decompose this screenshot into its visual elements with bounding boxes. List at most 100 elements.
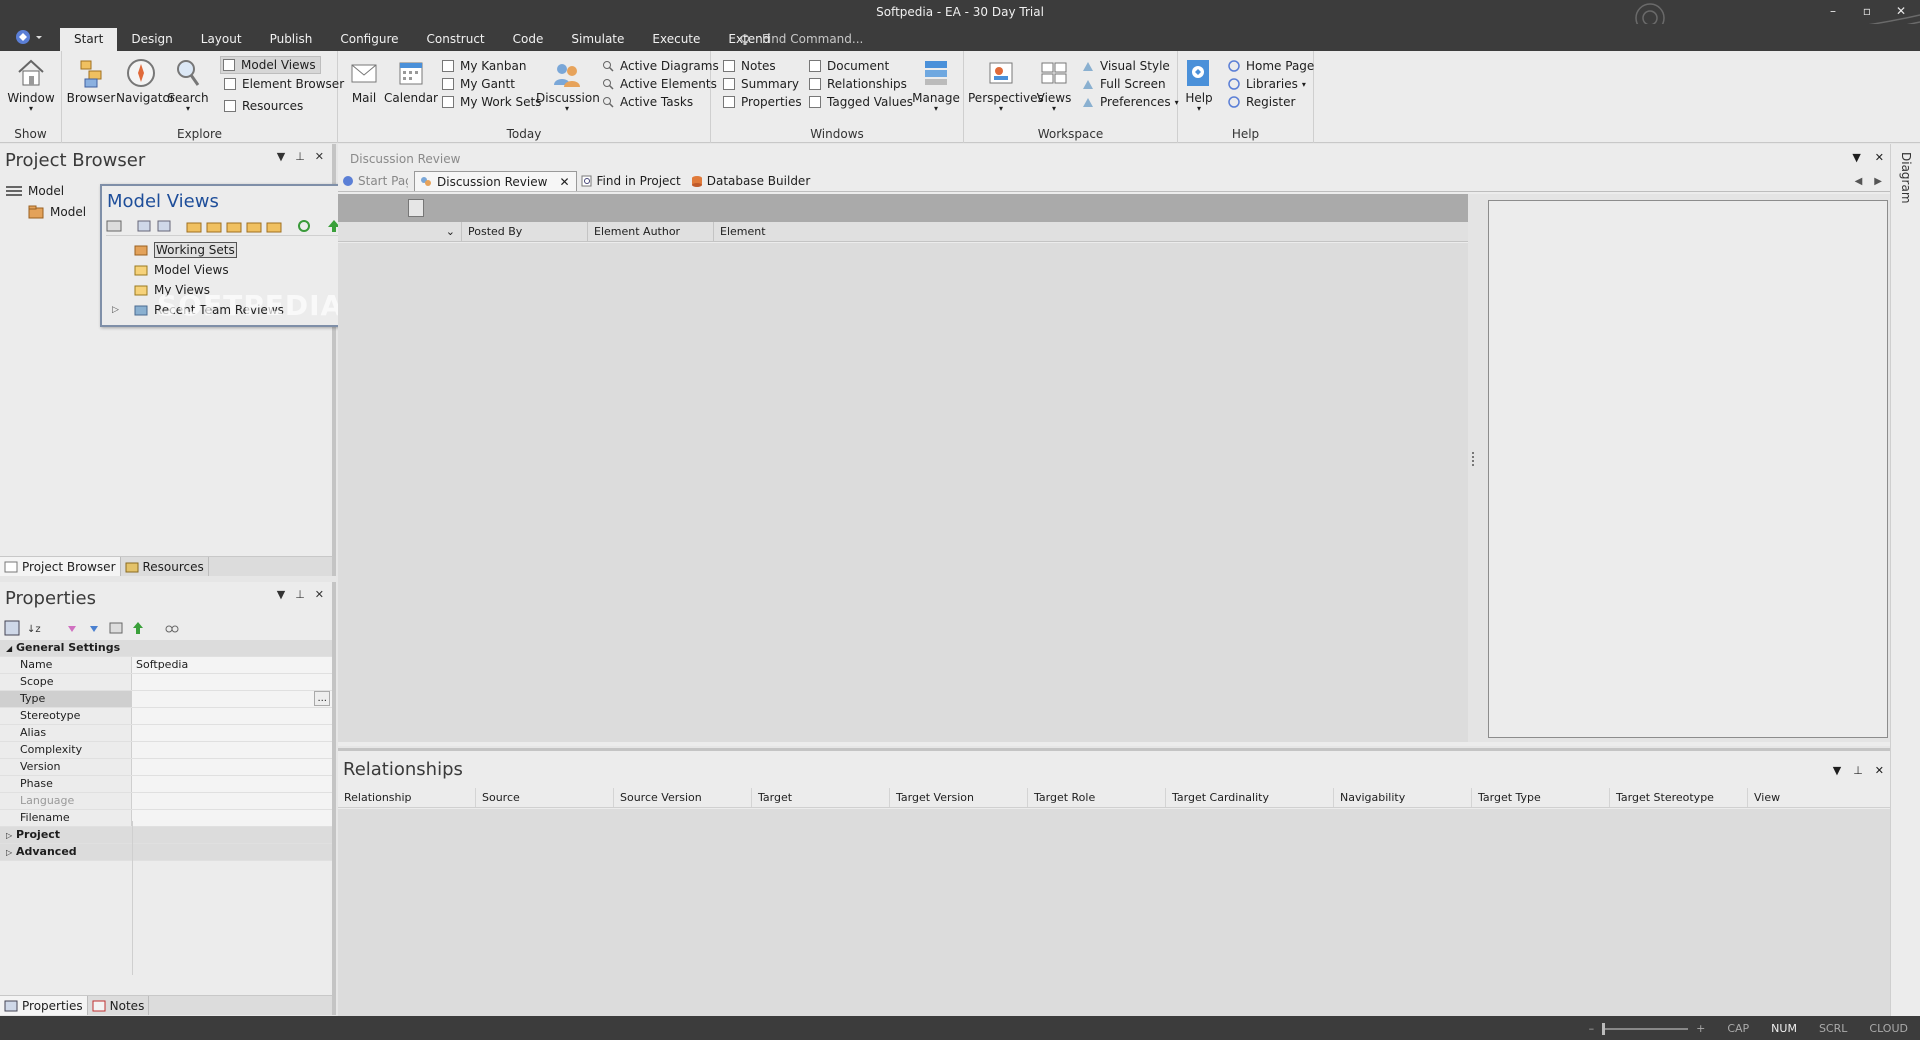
- filter-box[interactable]: [408, 199, 424, 217]
- property-value[interactable]: [132, 708, 332, 724]
- arrow-up-icon[interactable]: [130, 620, 146, 636]
- column-navigability[interactable]: Navigability: [1334, 788, 1472, 807]
- discussion-button[interactable]: Discussion ▾: [536, 55, 600, 113]
- minimize-button[interactable]: –: [1822, 2, 1844, 20]
- new-search-icon[interactable]: [246, 219, 262, 233]
- tab-construct[interactable]: Construct: [413, 28, 499, 51]
- new-view-icon[interactable]: [206, 219, 222, 233]
- ellipsis-button[interactable]: ...: [314, 691, 330, 706]
- tab-simulate[interactable]: Simulate: [557, 28, 638, 51]
- zoom-out-button[interactable]: –: [1589, 1022, 1595, 1035]
- property-value[interactable]: Softpedia: [132, 657, 332, 673]
- full-screen-button[interactable]: Full Screen: [1082, 75, 1166, 93]
- tree-item-model-root[interactable]: Model: [6, 180, 86, 201]
- property-row-version[interactable]: Version: [0, 759, 332, 776]
- summary-button[interactable]: Summary: [723, 75, 799, 93]
- refresh-icon[interactable]: [296, 219, 312, 233]
- tagged-values-button[interactable]: Tagged Values: [809, 93, 913, 111]
- tab-execute[interactable]: Execute: [638, 28, 714, 51]
- visual-style-button[interactable]: Visual Style: [1082, 57, 1170, 75]
- column-source-version[interactable]: Source Version: [614, 788, 752, 807]
- section-general-settings[interactable]: ◢ General Settings: [0, 640, 332, 657]
- column-target[interactable]: Target: [752, 788, 890, 807]
- calendar-button[interactable]: Calendar: [384, 55, 438, 105]
- maximize-button[interactable]: ▫: [1856, 2, 1878, 20]
- perspectives-button[interactable]: Perspectives ▾: [968, 55, 1044, 113]
- column-target-cardinality[interactable]: Target Cardinality: [1166, 788, 1334, 807]
- my-gantt-button[interactable]: My Gantt: [442, 75, 515, 93]
- property-row-type[interactable]: Type...: [0, 691, 332, 708]
- close-icon[interactable]: ✕: [1875, 151, 1884, 164]
- pin-icon[interactable]: ⊥: [295, 588, 305, 601]
- zoom-slider-thumb[interactable]: [1602, 1022, 1606, 1035]
- navigator-button[interactable]: Navigator: [116, 55, 175, 105]
- property-row-alias[interactable]: Alias: [0, 725, 332, 742]
- element-browser-button[interactable]: Element Browser: [224, 75, 344, 93]
- scroll-right-icon[interactable]: ▶: [1874, 176, 1882, 187]
- browser-button[interactable]: Browser: [66, 55, 116, 105]
- column-element-author[interactable]: Element Author: [588, 222, 714, 241]
- tree-item-model-package[interactable]: Model: [6, 201, 86, 222]
- property-value[interactable]: [132, 725, 332, 741]
- close-icon[interactable]: ✕: [1875, 764, 1884, 777]
- glasses-icon[interactable]: [164, 620, 180, 636]
- home-page-button[interactable]: Home Page: [1228, 57, 1314, 75]
- property-row-name[interactable]: Name Softpedia: [0, 657, 332, 674]
- collapse-arrow-icon[interactable]: ◢: [6, 644, 12, 653]
- active-tasks-button[interactable]: Active Tasks: [602, 93, 693, 111]
- close-button[interactable]: ✕: [1890, 2, 1912, 20]
- tab-layout[interactable]: Layout: [187, 28, 256, 51]
- tab-publish[interactable]: Publish: [256, 28, 327, 51]
- column-target-role[interactable]: Target Role: [1028, 788, 1166, 807]
- my-work-sets-button[interactable]: My Work Sets: [442, 93, 541, 111]
- relationships-button[interactable]: Relationships: [809, 75, 907, 93]
- filter-blue-icon[interactable]: [86, 620, 102, 636]
- pane-splitter[interactable]: [1468, 194, 1478, 742]
- document-button[interactable]: Document: [809, 57, 889, 75]
- notes-button[interactable]: Notes: [723, 57, 776, 75]
- expand-arrow-icon[interactable]: ▷: [112, 305, 128, 315]
- pin-icon[interactable]: ⊥: [1853, 764, 1863, 777]
- pin-icon[interactable]: ⊥: [295, 150, 305, 163]
- active-diagrams-button[interactable]: Active Diagrams: [602, 57, 719, 75]
- sort-az-icon[interactable]: ↓z: [26, 620, 42, 636]
- help-button[interactable]: Help ▾: [1182, 55, 1216, 113]
- tab-resources[interactable]: Resources: [121, 557, 209, 576]
- new-slideshow-icon[interactable]: [226, 219, 242, 233]
- close-icon[interactable]: ✕: [315, 588, 324, 601]
- tab-project-browser[interactable]: Project Browser: [0, 557, 121, 576]
- libraries-button[interactable]: Libraries ▾: [1228, 75, 1306, 93]
- tab-notes[interactable]: Notes: [88, 996, 150, 1015]
- app-menu-button[interactable]: [14, 28, 46, 48]
- property-row-phase[interactable]: Phase: [0, 776, 332, 793]
- sort-dropdown-icon[interactable]: ⌄: [338, 222, 462, 241]
- filter-pink-icon[interactable]: [64, 620, 80, 636]
- zoom-control[interactable]: – +: [1589, 1022, 1706, 1035]
- property-row-complexity[interactable]: Complexity: [0, 742, 332, 759]
- column-target-type[interactable]: Target Type: [1472, 788, 1610, 807]
- tab-database-builder[interactable]: Database Builder: [687, 171, 817, 191]
- tab-code[interactable]: Code: [499, 28, 558, 51]
- column-view[interactable]: View: [1748, 788, 1890, 807]
- diagram-canvas[interactable]: [1488, 200, 1888, 738]
- close-icon[interactable]: ✕: [315, 150, 324, 163]
- zoom-in-button[interactable]: +: [1696, 1022, 1705, 1035]
- column-posted-by[interactable]: Posted By: [462, 222, 588, 241]
- column-relationship[interactable]: Relationship: [338, 788, 476, 807]
- tab-find-in-project[interactable]: Find in Project: [577, 171, 687, 191]
- find-command[interactable]: Find Command...: [740, 32, 863, 46]
- property-value[interactable]: [132, 742, 332, 758]
- scroll-left-icon[interactable]: ◀: [1855, 176, 1863, 187]
- panel-menu-icon[interactable]: ▼: [277, 588, 285, 601]
- properties-window-button[interactable]: Properties: [723, 93, 802, 111]
- manage-button[interactable]: Manage ▾: [909, 55, 963, 113]
- window-button[interactable]: Window ▾: [6, 55, 56, 113]
- property-row-scope[interactable]: Scope: [0, 674, 332, 691]
- categorized-icon[interactable]: [4, 620, 20, 636]
- collapse-icon[interactable]: [156, 219, 172, 233]
- property-value[interactable]: [132, 674, 332, 690]
- settings-icon[interactable]: [108, 620, 124, 636]
- search-button[interactable]: Search ▾: [166, 55, 210, 113]
- add-link-icon[interactable]: [266, 219, 282, 233]
- property-value[interactable]: ...: [132, 691, 332, 707]
